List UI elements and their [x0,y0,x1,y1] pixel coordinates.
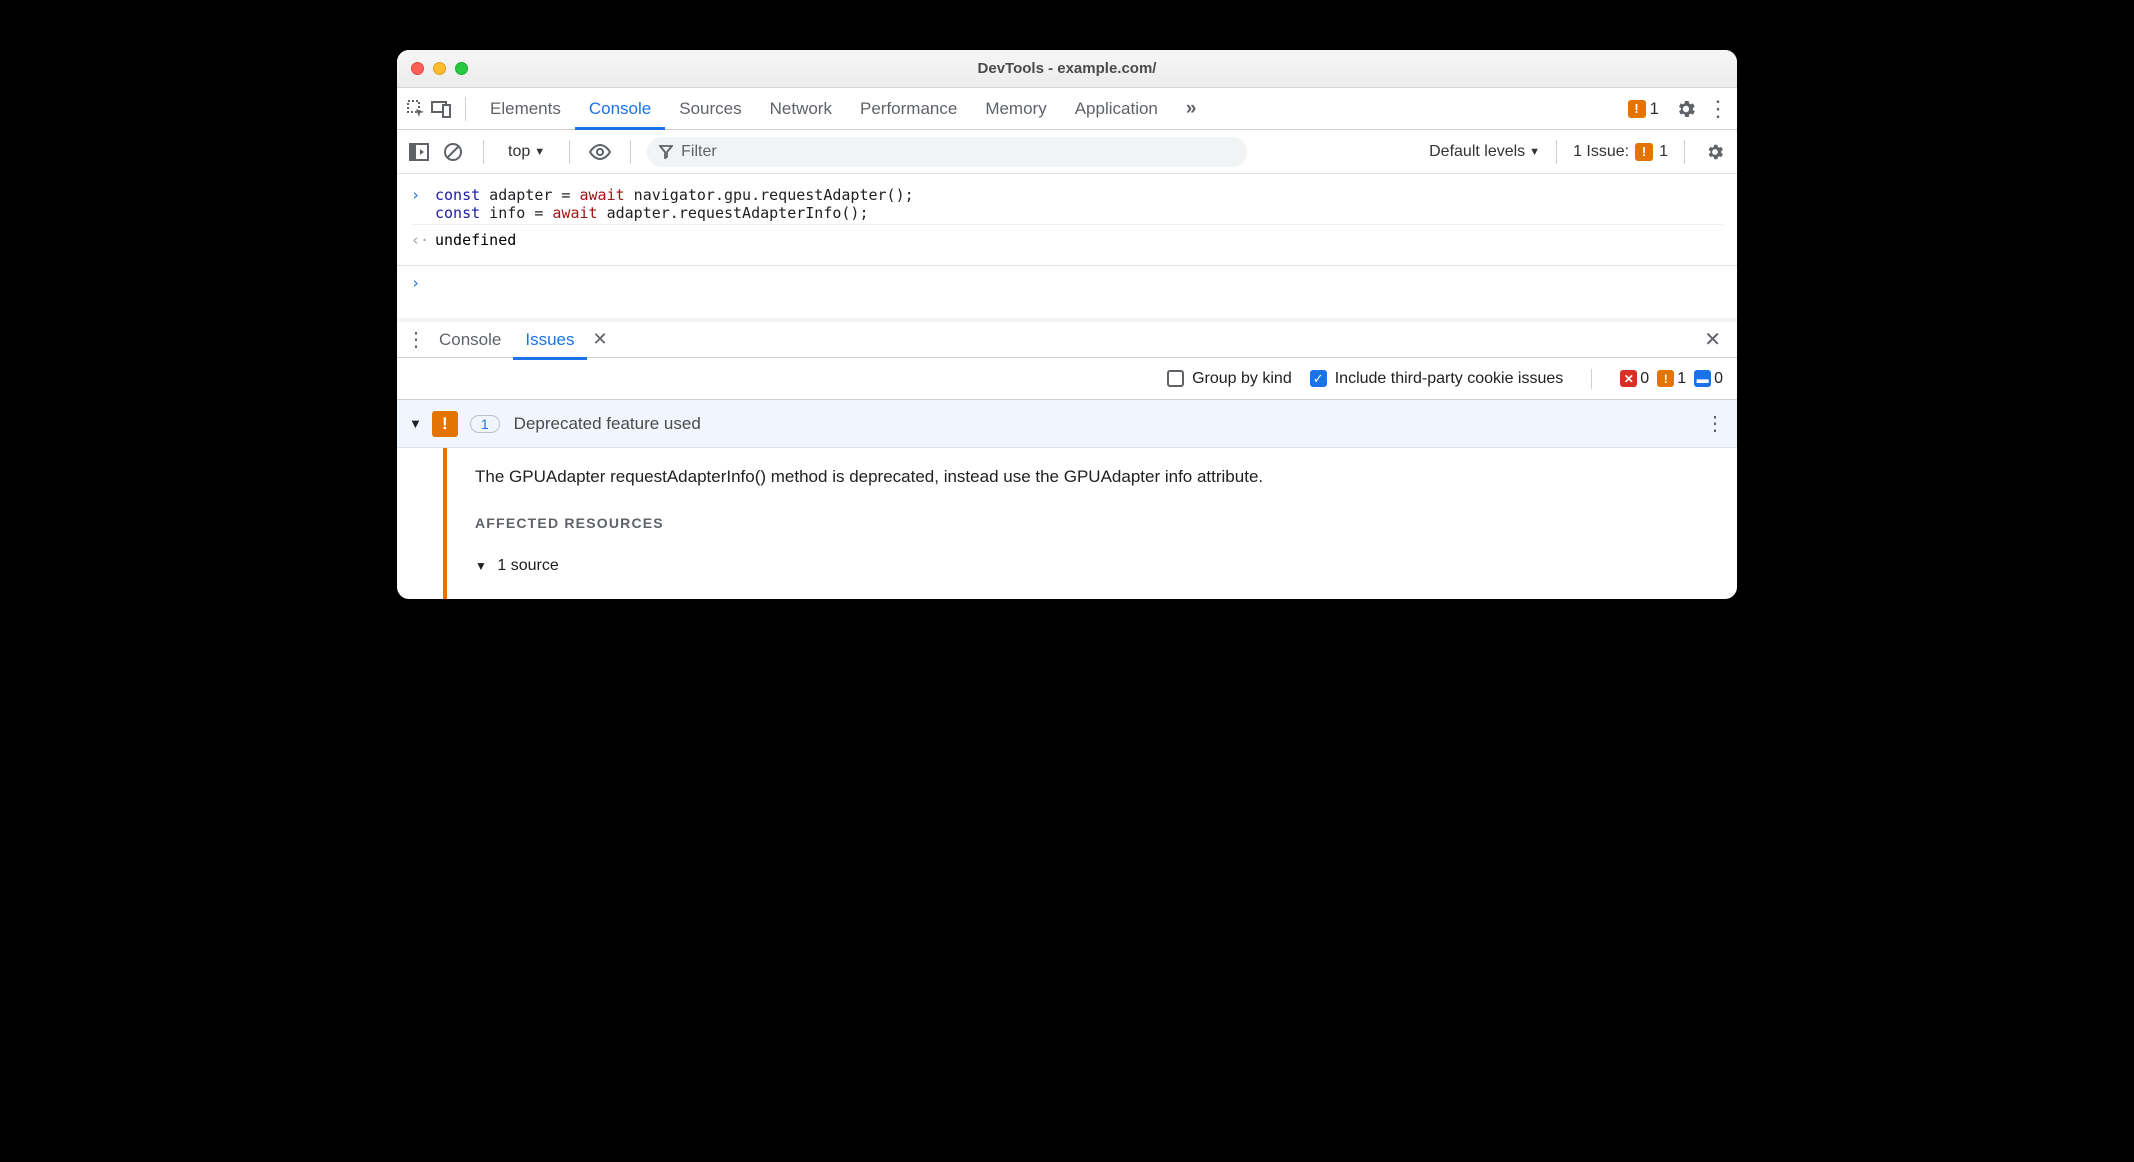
tab-elements[interactable]: Elements [476,88,575,130]
issue-more-icon[interactable]: ⋮ [1705,411,1725,436]
live-expression-eye-icon[interactable] [586,138,614,166]
chevron-down-icon: ▼ [1529,146,1540,158]
expand-caret-icon: ▼ [409,416,422,431]
affected-source-row[interactable]: ▼ 1 source [475,557,1263,575]
output-chevron-icon: ‹· [411,231,425,249]
warnings-count: 1 [1650,99,1659,119]
console-filter-input[interactable]: Filter [647,137,1247,167]
close-drawer-icon[interactable]: ✕ [1696,327,1729,352]
info-icon: ▬ [1694,370,1711,387]
console-sidebar-toggle-icon[interactable] [405,138,433,166]
issue-occurrence-count: 1 [470,415,500,433]
affected-resources-label: AFFECTED RESOURCES [475,515,1263,531]
close-tab-icon[interactable]: ✕ [587,329,614,350]
expand-caret-icon: ▼ [475,559,487,573]
filterbar-divider [483,140,484,164]
inspect-element-icon[interactable] [403,99,429,119]
error-icon: ✕ [1620,370,1637,387]
console-input-row: › const adapter = await navigator.gpu.re… [411,184,1723,224]
settings-gear-icon[interactable] [1673,98,1699,120]
warning-badge-icon: ! [432,411,458,437]
titlebar: DevTools - example.com/ [397,50,1737,88]
console-result: undefined [435,231,516,249]
filterbar-divider [1684,140,1685,164]
issue-detail: The GPUAdapter requestAdapterInfo() meth… [397,448,1737,599]
issues-toolbar: Group by kind ✓ Include third-party cook… [397,358,1737,400]
filterbar-divider [1556,140,1557,164]
console-output: › const adapter = await navigator.gpu.re… [397,174,1737,266]
warning-icon: ! [1657,370,1674,387]
tab-memory[interactable]: Memory [971,88,1060,130]
warnings-indicator[interactable]: ! 1 [1628,99,1659,119]
tab-sources[interactable]: Sources [665,88,755,130]
console-result-row: ‹· undefined [411,224,1723,251]
tab-application[interactable]: Application [1061,88,1172,130]
group-by-kind-checkbox[interactable]: Group by kind [1167,370,1292,388]
tab-network[interactable]: Network [756,88,846,130]
drawer-tab-issues[interactable]: Issues [513,320,586,360]
issue-description: The GPUAdapter requestAdapterInfo() meth… [475,466,1263,489]
warning-count[interactable]: !1 [1657,370,1686,388]
drawer-more-icon[interactable]: ⋮ [405,327,427,352]
tab-console[interactable]: Console [575,88,665,130]
issues-indicator[interactable]: 1 Issue: ! 1 [1573,143,1668,161]
warning-icon: ! [1628,100,1646,118]
filter-icon [659,145,673,159]
more-menu-icon[interactable]: ⋮ [1705,96,1731,122]
checkbox-checked-icon: ✓ [1310,370,1327,387]
filter-placeholder: Filter [681,143,717,161]
issues-toolbar-divider [1591,369,1592,389]
input-chevron-icon: › [411,186,425,222]
context-selector[interactable]: top ▼ [500,143,553,161]
log-levels-selector[interactable]: Default levels ▼ [1429,143,1540,161]
drawer-tabbar: ⋮ Console Issues ✕ ✕ [397,318,1737,358]
filterbar-divider [630,140,631,164]
main-toolbar: Elements Console Sources Network Perform… [397,88,1737,130]
chevron-down-icon: ▼ [534,146,545,158]
filterbar-divider [569,140,570,164]
drawer-tab-console[interactable]: Console [427,320,513,360]
tabs-overflow-button[interactable]: » [1172,88,1211,130]
device-toolbar-icon[interactable] [429,100,455,118]
issue-title: Deprecated feature used [514,414,701,434]
tab-performance[interactable]: Performance [846,88,971,130]
console-prompt[interactable]: › [397,266,1737,318]
console-filter-bar: top ▼ Filter Default levels ▼ 1 Issue: !… [397,130,1737,174]
info-count[interactable]: ▬0 [1694,370,1723,388]
warning-icon: ! [1635,143,1653,161]
toolbar-divider [465,97,466,121]
devtools-window: DevTools - example.com/ Elements Console… [397,50,1737,599]
clear-console-icon[interactable] [439,138,467,166]
issue-counts: ✕0 !1 ▬0 [1620,370,1723,388]
console-code: const adapter = await navigator.gpu.requ… [435,186,914,222]
window-title: DevTools - example.com/ [397,60,1737,77]
include-third-party-checkbox[interactable]: ✓ Include third-party cookie issues [1310,370,1564,388]
console-settings-gear-icon[interactable] [1701,138,1729,166]
error-count[interactable]: ✕0 [1620,370,1649,388]
issue-row-header[interactable]: ▼ ! 1 Deprecated feature used ⋮ [397,400,1737,448]
checkbox-icon [1167,370,1184,387]
